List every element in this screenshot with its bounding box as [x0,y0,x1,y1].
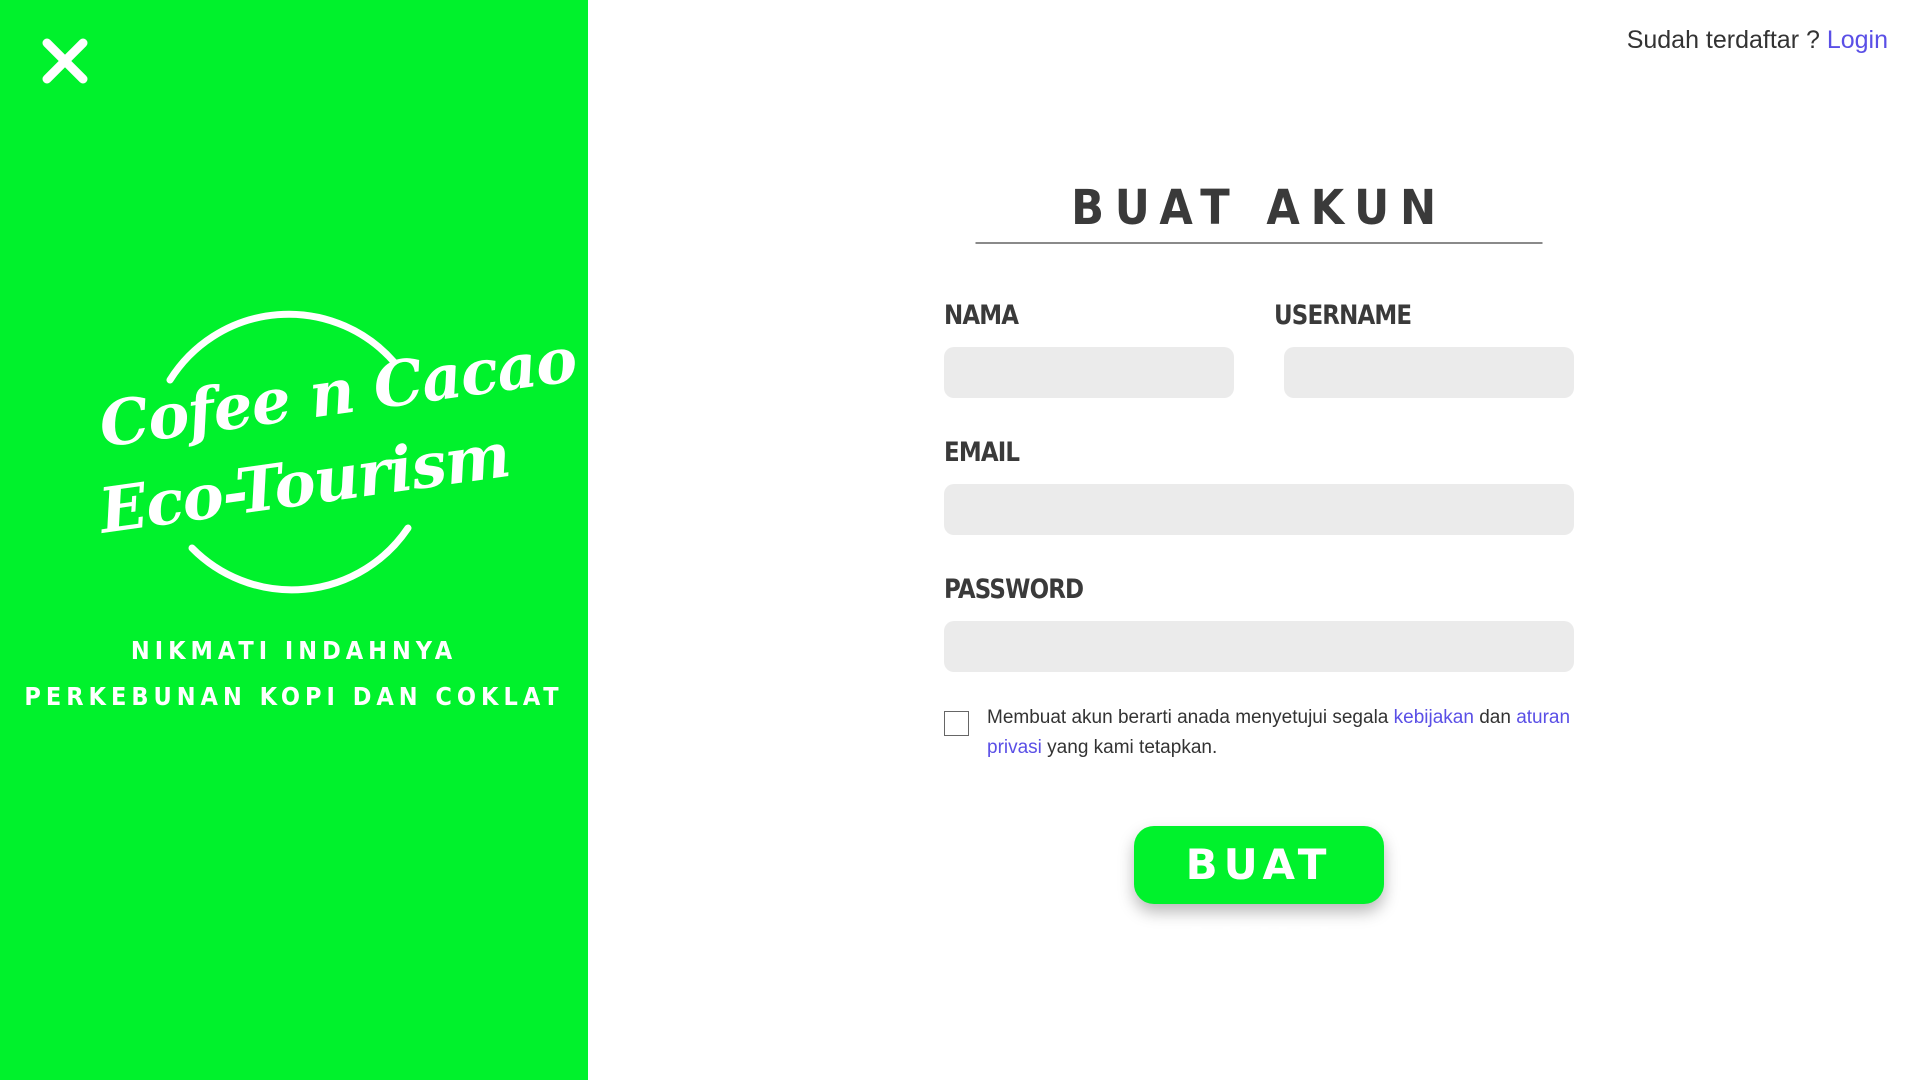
brand-logo: Cofee n Cacao Eco-Tourism [95,300,581,600]
close-icon [42,38,88,84]
nama-input[interactable] [944,347,1234,398]
nama-label: NAMA [944,300,1019,331]
brand-panel: Cofee n Cacao Eco-Tourism NIKMATI INDAHN… [0,0,588,1080]
close-button[interactable] [38,34,92,88]
login-link[interactable]: Login [1827,26,1888,54]
signup-form: BUAT AKUN NAMA USERNAME EMAIL PASSWORD M… [944,180,1574,967]
email-input[interactable] [944,484,1574,535]
tagline-line2: PERKEBUNAN KOPI DAN COKLAT [24,682,564,711]
tagline-line1: NIKMATI INDAHNYA [130,636,458,665]
username-input[interactable] [1284,347,1574,398]
agreement-text-after: yang kami tetapkan. [1041,737,1218,758]
password-label: PASSWORD [944,574,1084,605]
create-account-button[interactable]: BUAT AKUN [1134,826,1384,967]
policy-link[interactable]: kebijakan [1394,707,1474,728]
username-label: USERNAME [1274,300,1412,331]
login-prompt: Sudah terdaftar ? Login [1627,26,1888,55]
agreement-text-before: Membuat akun berarti anada menyetujui se… [987,707,1394,728]
brand-tagline: NIKMATI INDAHNYA PERKEBUNAN KOPI DAN COK… [0,628,588,720]
form-title: BUAT AKUN [975,180,1543,244]
agreement-text: Membuat akun berarti anada menyetujui se… [987,703,1577,763]
agreement-text-mid: dan [1473,707,1517,728]
agree-checkbox[interactable] [944,711,969,736]
email-label: EMAIL [944,437,1020,468]
password-input[interactable] [944,621,1574,672]
already-registered-text: Sudah terdaftar ? [1626,26,1827,54]
